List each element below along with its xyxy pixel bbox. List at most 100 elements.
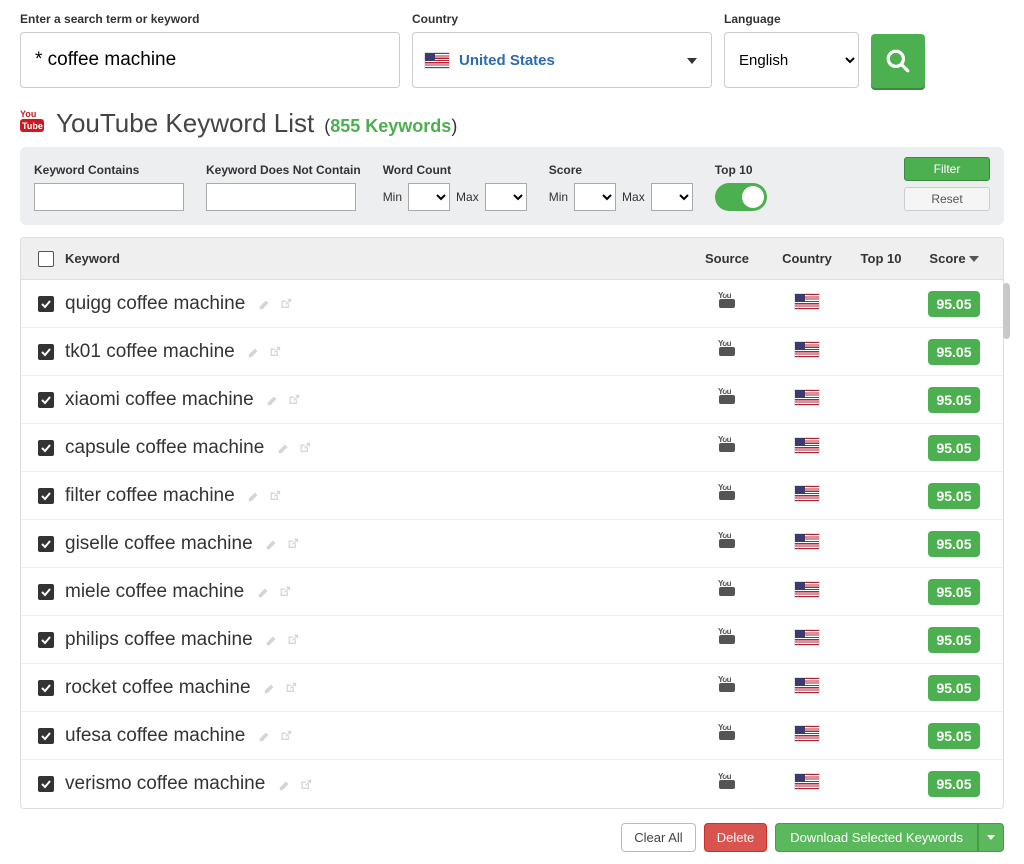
footer-actions: Clear All Delete Download Selected Keywo… — [20, 823, 1004, 852]
download-button[interactable]: Download Selected Keywords — [775, 823, 978, 852]
search-button[interactable] — [871, 34, 925, 88]
language-select[interactable]: English — [724, 32, 859, 88]
keyword-text: giselle coffee machine — [65, 533, 253, 554]
youtube-logo-icon: You Tube — [20, 108, 44, 132]
youtube-source-icon: You — [716, 630, 738, 644]
filter-not-contain-label: Keyword Does Not Contain — [206, 163, 361, 177]
row-checkbox[interactable] — [38, 392, 54, 408]
external-link-icon[interactable] — [297, 441, 311, 455]
edit-icon[interactable] — [265, 633, 279, 647]
youtube-source-icon: You — [716, 486, 738, 500]
col-score-label: Score — [929, 251, 965, 266]
external-link-icon[interactable] — [277, 585, 291, 599]
score-badge: 95.05 — [928, 579, 979, 605]
chevron-down-icon — [987, 835, 995, 840]
table-row: xiaomi coffee machine You 95.05 — [21, 376, 1003, 424]
youtube-source-icon: You — [716, 390, 738, 404]
svg-text:Tube: Tube — [22, 121, 43, 131]
us-flag-icon — [795, 390, 819, 405]
edit-icon[interactable] — [266, 393, 280, 407]
us-flag-icon — [795, 726, 819, 741]
external-link-icon[interactable] — [267, 345, 281, 359]
table-row: tk01 coffee machine You 95.05 — [21, 328, 1003, 376]
edit-icon[interactable] — [258, 729, 272, 743]
toggle-knob — [742, 186, 764, 208]
youtube-source-icon: You — [716, 534, 738, 548]
wordcount-max-select[interactable] — [485, 183, 527, 211]
col-source[interactable]: Source — [687, 251, 767, 266]
row-checkbox[interactable] — [38, 584, 54, 600]
keyword-text: verismo coffee machine — [65, 773, 265, 794]
select-all-checkbox[interactable] — [38, 251, 54, 267]
row-checkbox[interactable] — [38, 680, 54, 696]
us-flag-icon — [795, 774, 819, 789]
filter-score-label: Score — [549, 163, 693, 177]
row-checkbox[interactable] — [38, 776, 54, 792]
edit-icon[interactable] — [278, 778, 292, 792]
table-row: philips coffee machine You 95.05 — [21, 616, 1003, 664]
row-checkbox[interactable] — [38, 488, 54, 504]
external-link-icon[interactable] — [283, 681, 297, 695]
edit-icon[interactable] — [257, 585, 271, 599]
reset-button[interactable]: Reset — [904, 187, 990, 211]
filter-not-contain-input[interactable] — [206, 183, 356, 211]
us-flag-icon — [795, 630, 819, 645]
table-row: filter coffee machine You 95.05 — [21, 472, 1003, 520]
edit-icon[interactable] — [263, 681, 277, 695]
youtube-source-icon: You — [716, 582, 738, 596]
row-checkbox[interactable] — [38, 728, 54, 744]
row-checkbox[interactable] — [38, 536, 54, 552]
filter-bar: Keyword Contains Keyword Does Not Contai… — [20, 147, 1004, 225]
filter-top10-label: Top 10 — [715, 163, 767, 177]
clear-all-button[interactable]: Clear All — [621, 823, 695, 852]
score-badge: 95.05 — [928, 483, 979, 509]
filter-contains-input[interactable] — [34, 183, 184, 211]
col-country[interactable]: Country — [767, 251, 847, 266]
score-badge: 95.05 — [928, 771, 979, 797]
top10-toggle[interactable] — [715, 183, 767, 211]
external-link-icon[interactable] — [278, 297, 292, 311]
table-row: verismo coffee machine You 95.05 — [21, 760, 1003, 808]
filter-not-contain-group: Keyword Does Not Contain — [206, 163, 361, 211]
external-link-icon[interactable] — [278, 729, 292, 743]
external-link-icon[interactable] — [285, 537, 299, 551]
edit-icon[interactable] — [258, 297, 272, 311]
us-flag-icon — [425, 53, 449, 68]
col-keyword[interactable]: Keyword — [61, 251, 687, 266]
language-label: Language — [724, 12, 859, 26]
score-badge: 95.05 — [928, 675, 979, 701]
score-badge: 95.05 — [928, 387, 979, 413]
download-dropdown-button[interactable] — [978, 823, 1004, 852]
external-link-icon[interactable] — [298, 778, 312, 792]
row-checkbox[interactable] — [38, 440, 54, 456]
table-row: ufesa coffee machine You 95.05 — [21, 712, 1003, 760]
edit-icon[interactable] — [247, 489, 261, 503]
row-checkbox[interactable] — [38, 344, 54, 360]
scrollbar[interactable] — [1003, 283, 1010, 339]
row-checkbox[interactable] — [38, 632, 54, 648]
external-link-icon[interactable] — [267, 489, 281, 503]
row-checkbox[interactable] — [38, 296, 54, 312]
filter-buttons: Filter Reset — [904, 157, 990, 211]
col-score[interactable]: Score — [915, 251, 993, 266]
col-top10[interactable]: Top 10 — [847, 251, 915, 266]
external-link-icon[interactable] — [286, 393, 300, 407]
edit-icon[interactable] — [247, 345, 261, 359]
list-title-row: You Tube YouTube Keyword List (855 Keywo… — [20, 108, 1004, 139]
country-select[interactable]: United States — [412, 32, 712, 88]
filter-button[interactable]: Filter — [904, 157, 990, 181]
edit-icon[interactable] — [265, 537, 279, 551]
search-input[interactable] — [20, 32, 400, 88]
filter-contains-label: Keyword Contains — [34, 163, 184, 177]
filter-contains-group: Keyword Contains — [34, 163, 184, 211]
keyword-count-wrap: (855 Keywords) — [324, 116, 457, 137]
delete-button[interactable]: Delete — [704, 823, 768, 852]
score-min-select[interactable] — [574, 183, 616, 211]
score-max-select[interactable] — [651, 183, 693, 211]
edit-icon[interactable] — [277, 441, 291, 455]
wordcount-min-select[interactable] — [408, 183, 450, 211]
keyword-text: filter coffee machine — [65, 485, 235, 506]
external-link-icon[interactable] — [285, 633, 299, 647]
us-flag-icon — [795, 534, 819, 549]
us-flag-icon — [795, 438, 819, 453]
